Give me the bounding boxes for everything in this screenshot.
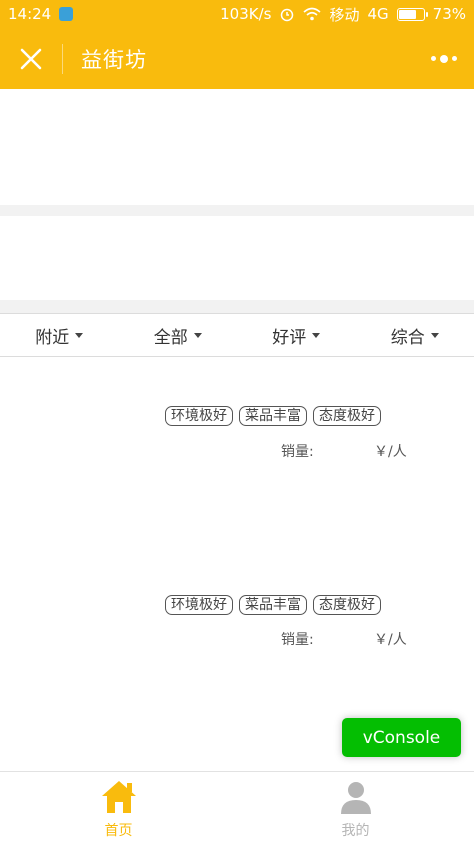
shop-tag: 态度极好 [313, 595, 381, 615]
status-right: 103K/s 移动 4G 73% [220, 4, 466, 25]
battery-fill [398, 9, 417, 19]
home-icon [101, 781, 136, 813]
shop-list-item[interactable]: 环境极好 菜品丰富 态度极好 销量: ￥/人 [0, 358, 474, 546]
vconsole-button[interactable]: vConsole [342, 718, 461, 757]
banner-area [0, 89, 474, 205]
filter-label: 全部 [153, 327, 188, 348]
carrier: 移动 [329, 5, 360, 24]
tab-bar: 首页 我的 [0, 771, 474, 842]
notification-icon [59, 7, 74, 21]
filter-label: 好评 [272, 327, 307, 348]
more-icon [431, 56, 436, 61]
shop-sales: 销量: [281, 444, 314, 460]
filter-label: 综合 [390, 327, 425, 348]
section-divider [0, 205, 474, 216]
page-title: 益街坊 [81, 47, 147, 72]
shop-tags: 环境极好 菜品丰富 态度极好 [165, 406, 381, 426]
wifi-icon [303, 7, 321, 21]
tab-mine[interactable]: 我的 [237, 772, 474, 842]
filter-nearby[interactable]: 附近 [0, 314, 119, 356]
shop-tag: 环境极好 [165, 595, 233, 615]
more-button[interactable] [414, 28, 474, 89]
title-divider [62, 43, 63, 74]
shop-tag: 态度极好 [313, 406, 381, 426]
shop-price: ￥/人 [374, 632, 407, 648]
battery-percent: 73% [432, 5, 466, 23]
status-bar: 14:24 103K/s 移动 4G 73% [0, 0, 474, 28]
network-type: 4G [367, 5, 389, 23]
filter-label: 附近 [35, 327, 70, 348]
caret-down-icon [193, 332, 202, 338]
close-button[interactable] [0, 28, 62, 89]
caret-down-icon [312, 332, 321, 338]
filter-bar: 附近 全部 好评 综合 [0, 313, 474, 357]
filter-sort[interactable]: 综合 [356, 314, 474, 356]
filter-rating[interactable]: 好评 [237, 314, 356, 356]
user-icon [340, 782, 371, 814]
shop-sales: 销量: [281, 632, 314, 648]
more-icon-dot [440, 54, 448, 63]
caret-down-icon [430, 332, 439, 338]
status-time: 14:24 [8, 5, 52, 23]
shop-tags: 环境极好 菜品丰富 态度极好 [165, 595, 381, 615]
shop-price: ￥/人 [374, 444, 407, 460]
shop-tag: 菜品丰富 [239, 595, 307, 615]
alarm-icon [281, 8, 294, 22]
tab-label: 首页 [104, 823, 133, 839]
tab-label: 我的 [341, 823, 370, 839]
tab-home[interactable]: 首页 [0, 772, 237, 842]
caret-down-icon [75, 332, 84, 338]
close-icon [20, 48, 42, 69]
filter-all[interactable]: 全部 [119, 314, 238, 356]
shop-tag: 环境极好 [165, 406, 233, 426]
battery-icon [396, 7, 428, 21]
title-bar: 益街坊 [0, 28, 474, 89]
shop-list-item[interactable]: 环境极好 菜品丰富 态度极好 销量: ￥/人 [0, 546, 474, 734]
net-speed: 103K/s [220, 5, 272, 23]
category-area [0, 216, 474, 300]
more-icon-dot [452, 56, 457, 61]
section-divider [0, 300, 474, 313]
shop-tag: 菜品丰富 [239, 406, 307, 426]
